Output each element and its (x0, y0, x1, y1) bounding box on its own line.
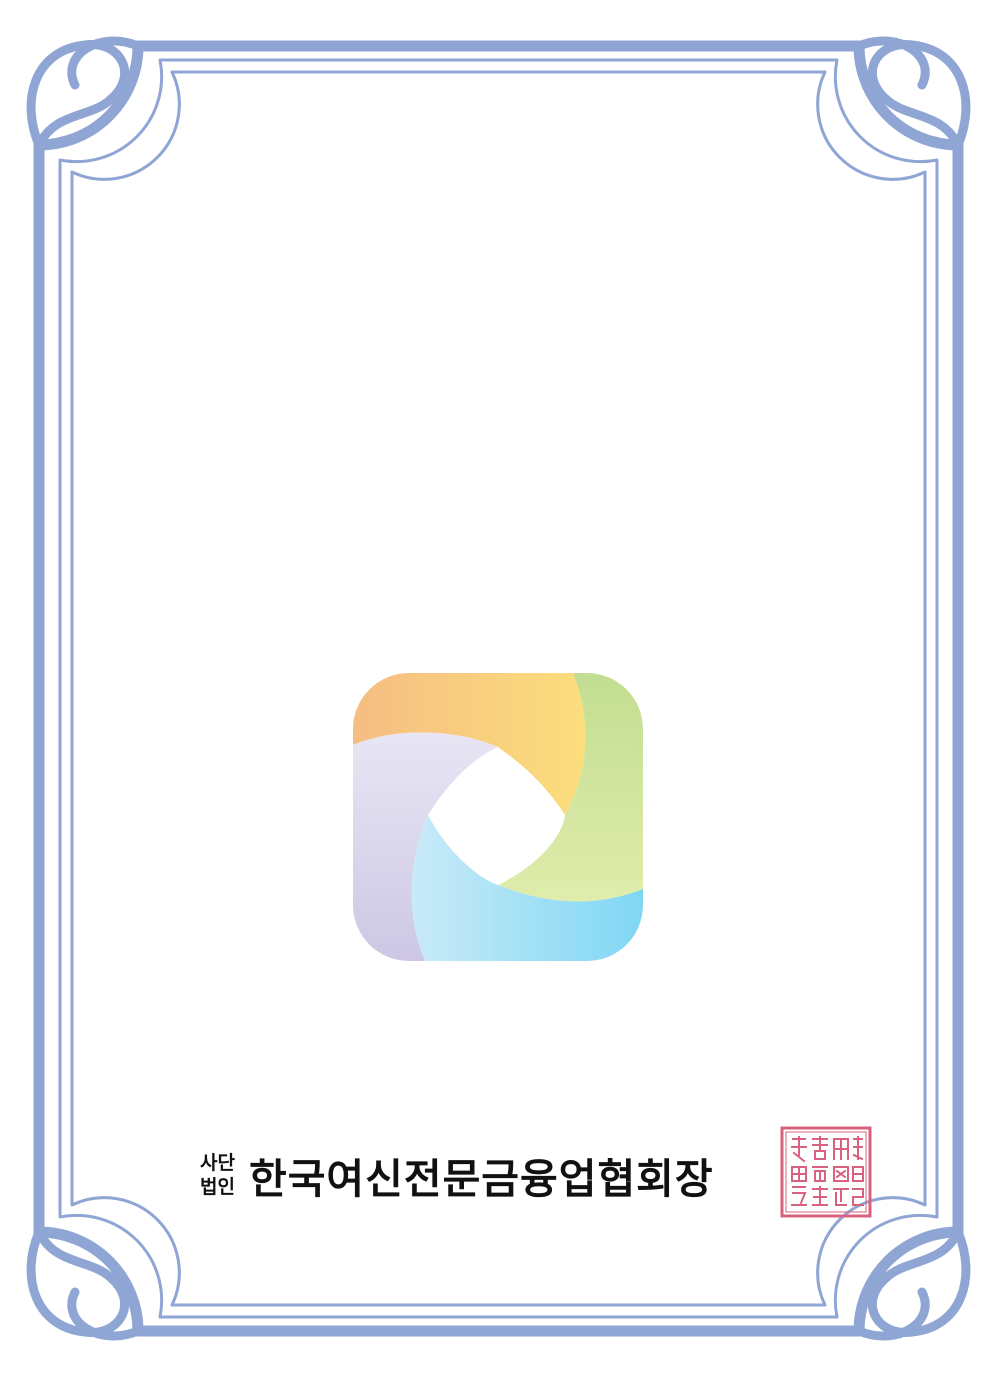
issuer-name: 한국여신전문금융업협회장 (248, 1155, 714, 1203)
official-seal-icon (780, 1126, 872, 1218)
pinwheel-logo-icon (353, 673, 643, 961)
issuer-prefix-line1: 사단 (200, 1152, 235, 1174)
issuer-signature: 사단 법인 한국여신전문금융업협회장 (200, 1140, 714, 1210)
issuer-prefix-line2: 법인 (200, 1176, 235, 1198)
issuer-prefix: 사단 법인 (200, 1151, 235, 1199)
